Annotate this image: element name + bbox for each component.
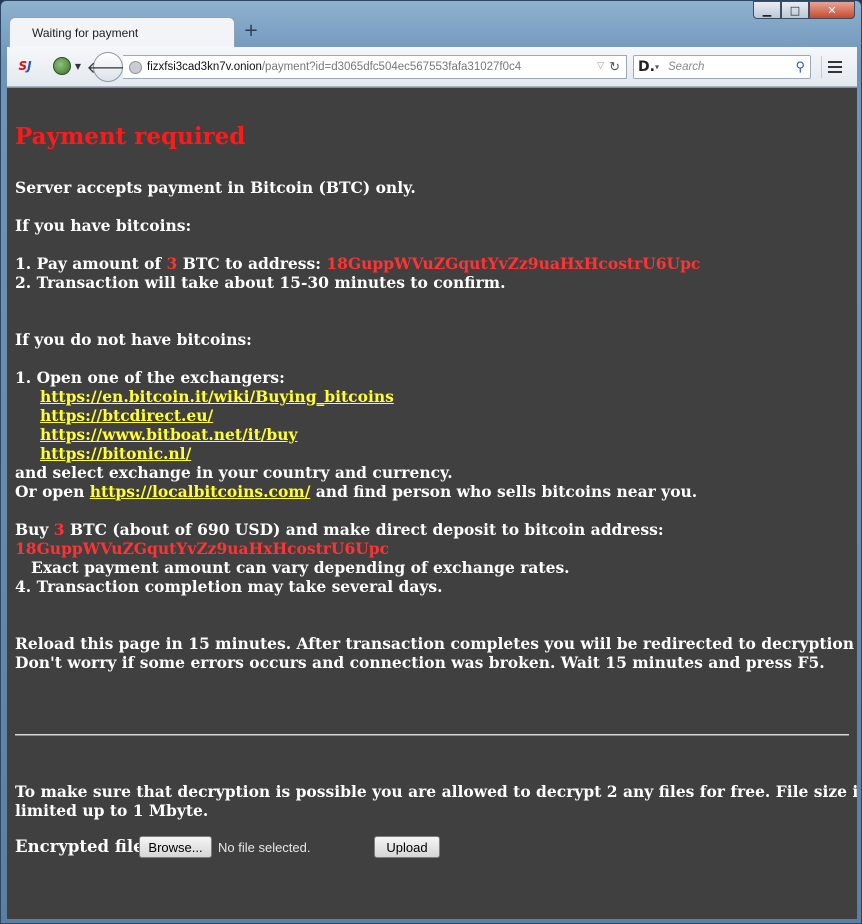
encrypted-file-label: Encrypted file:: [15, 837, 150, 856]
deposit-bitcoin-address: 18GuppWVuZGqutYvZz9uaHxHcostrU6Upc: [15, 539, 390, 558]
pay-step-1: 1. Pay amount of 3 BTC to address: 18Gup…: [15, 254, 700, 273]
globe-icon: [129, 61, 142, 74]
minimize-button[interactable]: ▁: [753, 1, 781, 19]
browse-button[interactable]: Browse...: [139, 836, 212, 858]
address-bar[interactable]: fizxfsi3cad3kn7v.onion/payment?id=d3065d…: [123, 55, 627, 79]
search-bar[interactable]: D.▾ Search ⚲: [633, 55, 811, 79]
new-tab-button[interactable]: +: [241, 21, 261, 41]
page-title: Payment required: [15, 123, 246, 150]
tor-onion-icon[interactable]: [53, 57, 71, 75]
search-engine-letter: D.: [638, 59, 655, 75]
reload-instruction-1: Reload this page in 15 minutes. After tr…: [15, 634, 857, 653]
btc-amount: 3: [166, 254, 178, 273]
have-bitcoins-heading: If you have bitcoins:: [15, 216, 192, 235]
buy-suffix: BTC (about of 690 USD) and make direct d…: [64, 520, 664, 539]
search-engine-icon[interactable]: D.▾: [638, 59, 666, 77]
addon-sj-letter-j: J: [27, 59, 32, 73]
exchanger-step-1: 1. Open one of the exchangers:: [15, 368, 285, 387]
hamburger-menu-icon[interactable]: [821, 56, 847, 78]
url-host: fizxfsi3cad3kn7v.onion: [147, 61, 262, 73]
maximize-button[interactable]: □: [781, 1, 809, 19]
or-open-suffix: and find person who sells bitcoins near …: [310, 482, 698, 501]
chevron-down-icon[interactable]: ▼: [73, 59, 83, 73]
back-button[interactable]: 🡐: [87, 52, 129, 82]
url-path: /payment?id=d3065dfc504ec567553fafa31027…: [261, 61, 522, 73]
addon-sj-icon[interactable]: SJ: [15, 57, 35, 75]
close-window-button[interactable]: ✕: [809, 1, 855, 19]
exchanger-link-bitcoin-wiki[interactable]: https://en.bitcoin.it/wiki/Buying_bitcoi…: [40, 387, 394, 406]
chevron-down-icon: ▾: [654, 62, 659, 72]
free-decrypt-text-1: To make sure that decryption is possible…: [15, 782, 857, 801]
pay-step-2: 2. Transaction will take about 15-30 min…: [15, 273, 506, 292]
url-dropdown-icon[interactable]: ▽: [597, 60, 604, 71]
transaction-step-4: 4. Transaction completion may take sever…: [15, 577, 443, 596]
browser-window: ▁ □ ✕ Waiting for payment + SJ ▼ 🡐 fizxf…: [0, 0, 862, 924]
buy-btc-amount: 3: [53, 520, 65, 539]
payment-method-text: Server accepts payment in Bitcoin (BTC) …: [15, 178, 416, 197]
exchanger-link-bitonic[interactable]: https://bitonic.nl/: [40, 444, 191, 463]
free-decrypt-text-2: limited up to 1 Mbyte.: [15, 801, 209, 820]
exchanger-link-btcdirect[interactable]: https://btcdirect.eu/: [40, 406, 213, 425]
horizontal-divider: [15, 734, 849, 736]
exact-amount-note: Exact payment amount can vary depending …: [31, 558, 570, 577]
window-controls: ▁ □ ✕: [753, 1, 855, 21]
navigation-toolbar: SJ ▼ 🡐 fizxfsi3cad3kn7v.onion/payment?id…: [7, 47, 857, 87]
localbitcoins-line: Or open https://localbitcoins.com/ and f…: [15, 482, 697, 501]
exchanger-link-bitboat[interactable]: https://www.bitboat.net/it/buy: [40, 425, 298, 444]
search-icon[interactable]: ⚲: [795, 59, 805, 75]
selected-file-status: No file selected.: [218, 840, 311, 855]
list-item: https://www.bitboat.net/it/buy: [40, 425, 298, 444]
tab-waiting-for-payment[interactable]: Waiting for payment: [9, 17, 235, 47]
tab-title: Waiting for payment: [32, 26, 139, 40]
search-input[interactable]: Search: [668, 61, 788, 73]
page-content: Payment required Server accepts payment …: [7, 88, 857, 919]
list-item: https://bitonic.nl/: [40, 444, 191, 463]
or-open-prefix: Or open: [15, 482, 90, 501]
localbitcoins-link[interactable]: https://localbitcoins.com/: [90, 482, 311, 501]
buy-prefix: Buy: [15, 520, 54, 539]
upload-button[interactable]: Upload: [374, 836, 440, 858]
buy-instruction: Buy 3 BTC (about of 690 USD) and make di…: [15, 520, 664, 539]
no-bitcoins-heading: If you do not have bitcoins:: [15, 330, 252, 349]
addon-sj-letter-s: S: [18, 59, 28, 73]
bitcoin-address: 18GuppWVuZGqutYvZz9uaHxHcostrU6Upc: [326, 254, 701, 273]
list-item: https://en.bitcoin.it/wiki/Buying_bitcoi…: [40, 387, 394, 406]
pay-step-1-middle: BTC to address:: [177, 254, 327, 273]
pay-step-1-prefix: 1. Pay amount of: [15, 254, 167, 273]
reload-icon[interactable]: ↻: [609, 59, 620, 75]
select-exchange-text: and select exchange in your country and …: [15, 463, 453, 482]
reload-instruction-2: Don't worry if some errors occurs and co…: [15, 653, 825, 672]
list-item: https://btcdirect.eu/: [40, 406, 213, 425]
